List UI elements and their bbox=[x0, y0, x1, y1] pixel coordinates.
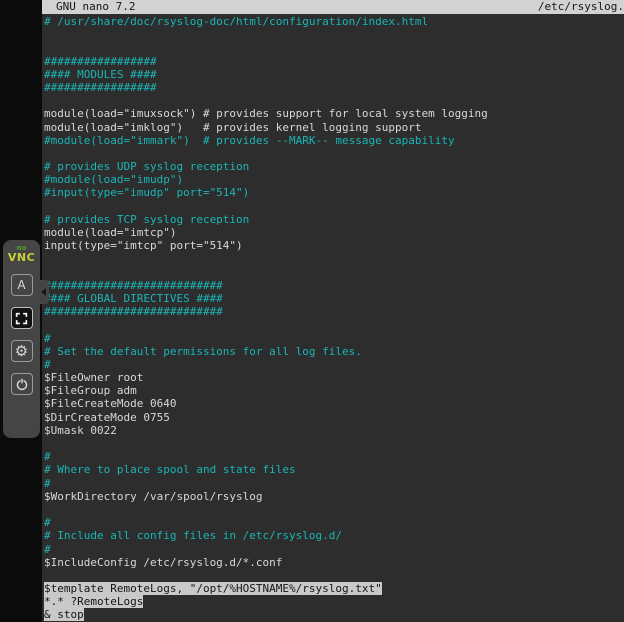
editor-line: $FileGroup adm bbox=[44, 384, 624, 397]
editor-line: $template RemoteLogs, "/opt/%HOSTNAME%/r… bbox=[44, 582, 624, 595]
editor-line bbox=[44, 200, 624, 213]
letter-a-icon: A bbox=[17, 279, 25, 291]
editor-line: # provides TCP syslog reception bbox=[44, 213, 624, 226]
editor-line bbox=[44, 437, 624, 450]
editor-line: & stop bbox=[44, 608, 624, 621]
editor-line bbox=[44, 252, 624, 265]
editor-line: *.* ?RemoteLogs bbox=[44, 595, 624, 608]
editor-line: ################# bbox=[44, 81, 624, 94]
novnc-logo: no VNC bbox=[8, 245, 35, 263]
editor-line bbox=[44, 503, 624, 516]
editor-line: module(load="imklog") # provides kernel … bbox=[44, 121, 624, 134]
fullscreen-button[interactable] bbox=[11, 307, 33, 329]
editor-line bbox=[44, 569, 624, 582]
editor-line: #### GLOBAL DIRECTIVES #### bbox=[44, 292, 624, 305]
settings-button[interactable]: ⚙ bbox=[11, 340, 33, 362]
editor-line: # bbox=[44, 450, 624, 463]
editor-line: # bbox=[44, 358, 624, 371]
editor-line: #module(load="imudp") bbox=[44, 173, 624, 186]
fullscreen-icon bbox=[15, 312, 28, 325]
editor-line: $Umask 0022 bbox=[44, 424, 624, 437]
editor-line: # bbox=[44, 516, 624, 529]
editor-line: # bbox=[44, 543, 624, 556]
editor-line: # Where to place spool and state files bbox=[44, 463, 624, 476]
editor-line: $WorkDirectory /var/spool/rsyslog bbox=[44, 490, 624, 503]
novnc-logo-text: VNC bbox=[8, 252, 35, 263]
editor-line: #### MODULES #### bbox=[44, 68, 624, 81]
editor-line: # Include all config files in /etc/rsysl… bbox=[44, 529, 624, 542]
editor-line: $DirCreateMode 0755 bbox=[44, 411, 624, 424]
editor-line: # bbox=[44, 332, 624, 345]
control-bar-handle[interactable] bbox=[37, 280, 49, 304]
editor-line: # provides UDP syslog reception bbox=[44, 160, 624, 173]
editor-line: #input(type="imudp" port="514") bbox=[44, 186, 624, 199]
editor-line: #module(load="immark") # provides --MARK… bbox=[44, 134, 624, 147]
editor-line: # bbox=[44, 477, 624, 490]
file-path-label: /etc/rsyslog. bbox=[538, 0, 624, 14]
power-icon bbox=[15, 377, 29, 391]
editor[interactable]: # /usr/share/doc/rsyslog-doc/html/config… bbox=[42, 14, 624, 622]
editor-line: ########################### bbox=[44, 279, 624, 292]
editor-line: $FileOwner root bbox=[44, 371, 624, 384]
editor-line bbox=[44, 266, 624, 279]
editor-line: ########################### bbox=[44, 305, 624, 318]
editor-line bbox=[44, 28, 624, 41]
editor-line: $FileCreateMode 0640 bbox=[44, 397, 624, 410]
editor-line: $IncludeConfig /etc/rsyslog.d/*.conf bbox=[44, 556, 624, 569]
nano-version-label: GNU nano 7.2 bbox=[42, 0, 135, 14]
editor-line bbox=[44, 147, 624, 160]
gear-icon: ⚙ bbox=[15, 344, 28, 359]
nano-titlebar: GNU nano 7.2 /etc/rsyslog. bbox=[42, 0, 624, 14]
novnc-control-bar: no VNC A ⚙ bbox=[3, 240, 40, 438]
editor-line: module(load="imtcp") bbox=[44, 226, 624, 239]
editor-line: ################# bbox=[44, 55, 624, 68]
editor-line: module(load="imuxsock") # provides suppo… bbox=[44, 107, 624, 120]
power-button[interactable] bbox=[11, 373, 33, 395]
screen: no VNC A ⚙ GNU nano 7.2 /etc/rsyslog bbox=[0, 0, 624, 622]
editor-line bbox=[44, 318, 624, 331]
extra-keys-button[interactable]: A bbox=[11, 274, 33, 296]
editor-line bbox=[44, 41, 624, 54]
editor-line: # Set the default permissions for all lo… bbox=[44, 345, 624, 358]
collapse-arrow-icon bbox=[41, 288, 46, 296]
editor-line: input(type="imtcp" port="514") bbox=[44, 239, 624, 252]
editor-line: # /usr/share/doc/rsyslog-doc/html/config… bbox=[44, 15, 624, 28]
editor-line bbox=[44, 94, 624, 107]
